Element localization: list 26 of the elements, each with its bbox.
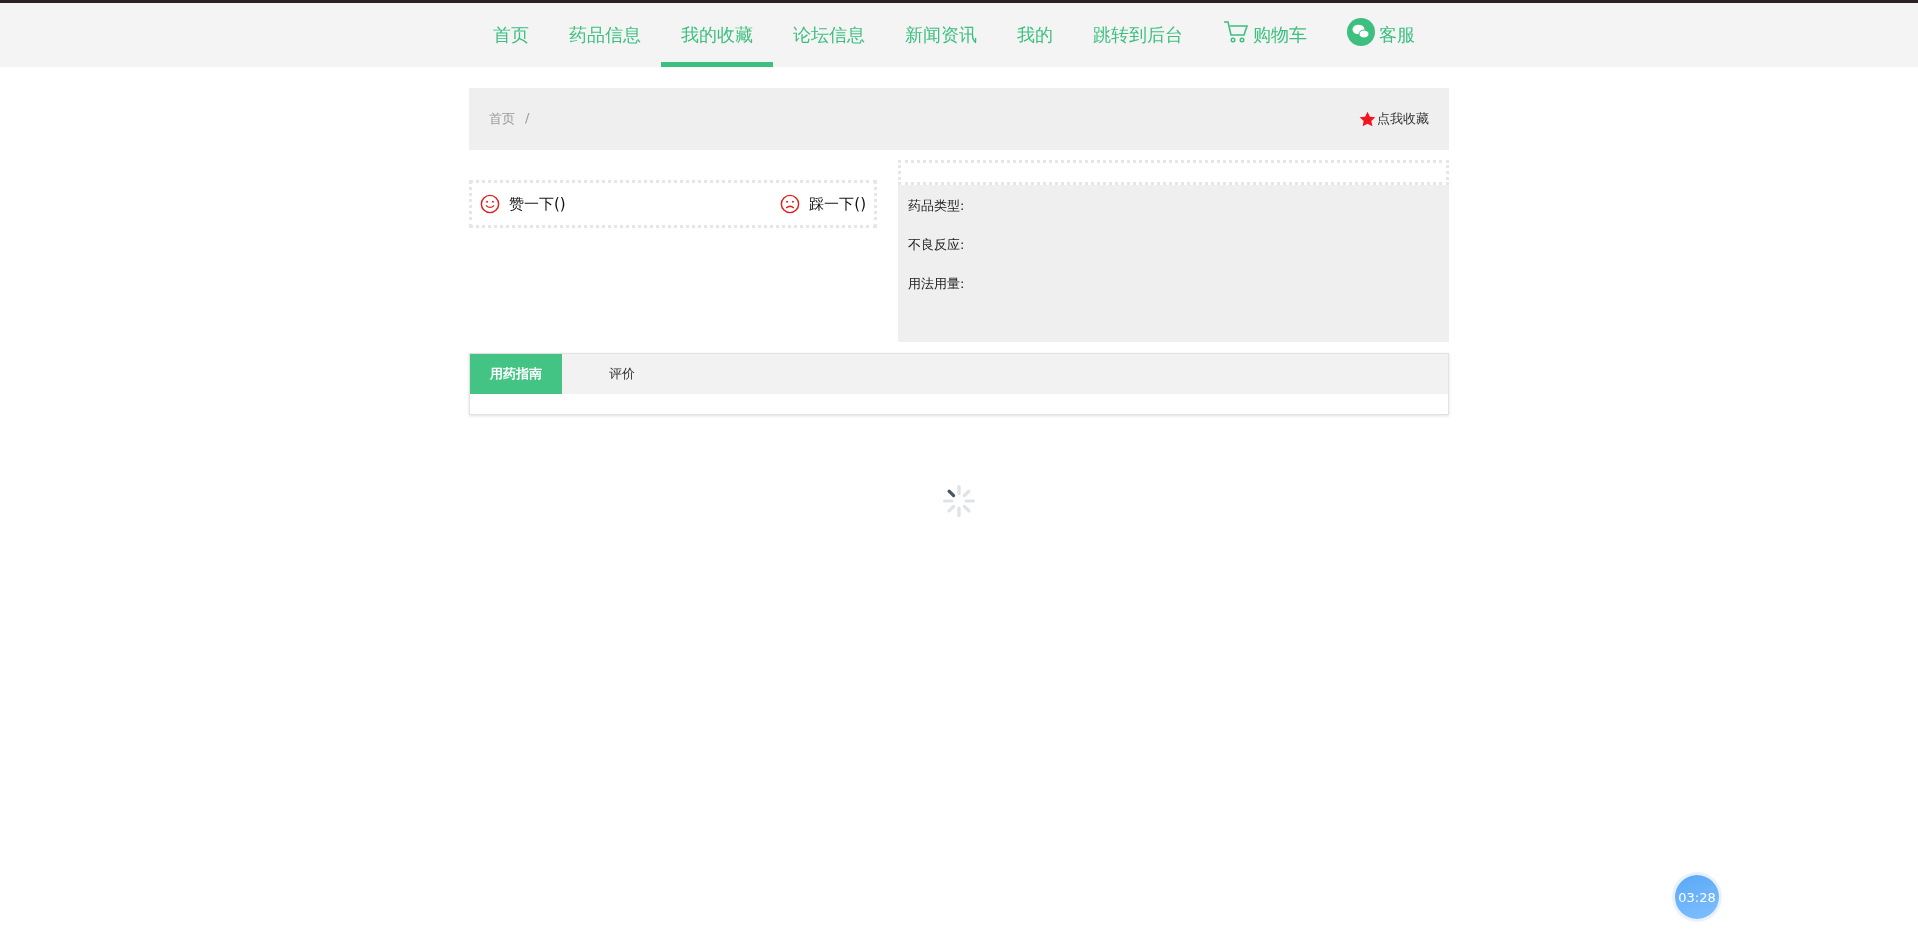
tab[interactable]: 用药指南: [470, 354, 562, 394]
nav-link[interactable]: 新闻资讯: [885, 3, 997, 67]
cart-icon: [1223, 19, 1249, 44]
loading-spinner-icon: [941, 483, 977, 519]
chat-icon: [1347, 17, 1375, 46]
timer-badge[interactable]: 03:28: [1675, 875, 1719, 919]
nav-link[interactable]: 跳转到后台: [1073, 3, 1203, 67]
smile-icon: [480, 194, 500, 214]
breadcrumb-separator: /: [525, 110, 530, 127]
nav-link[interactable]: 药品信息: [549, 3, 661, 67]
nav-link[interactable]: 我的: [997, 3, 1073, 67]
info-label: 药品类型:: [908, 197, 966, 215]
nav-link[interactable]: 首页: [473, 3, 549, 67]
nav-link[interactable]: 我的收藏: [661, 3, 773, 67]
tab[interactable]: 评价: [576, 354, 668, 394]
favorite-button[interactable]: 点我收藏: [1359, 110, 1429, 128]
nav-link[interactable]: 客服: [1327, 3, 1435, 67]
nav-link[interactable]: 论坛信息: [773, 3, 885, 67]
nav-link[interactable]: 购物车: [1203, 3, 1327, 67]
vote-button[interactable]: 赞一下(): [480, 194, 566, 214]
info-label: 不良反应:: [908, 236, 966, 254]
vote-button[interactable]: 踩一下(): [780, 194, 866, 214]
star-icon: [1359, 110, 1376, 128]
info-label: 用法用量:: [908, 275, 966, 293]
frown-icon: [780, 194, 801, 214]
breadcrumb-link[interactable]: 首页: [489, 110, 515, 128]
